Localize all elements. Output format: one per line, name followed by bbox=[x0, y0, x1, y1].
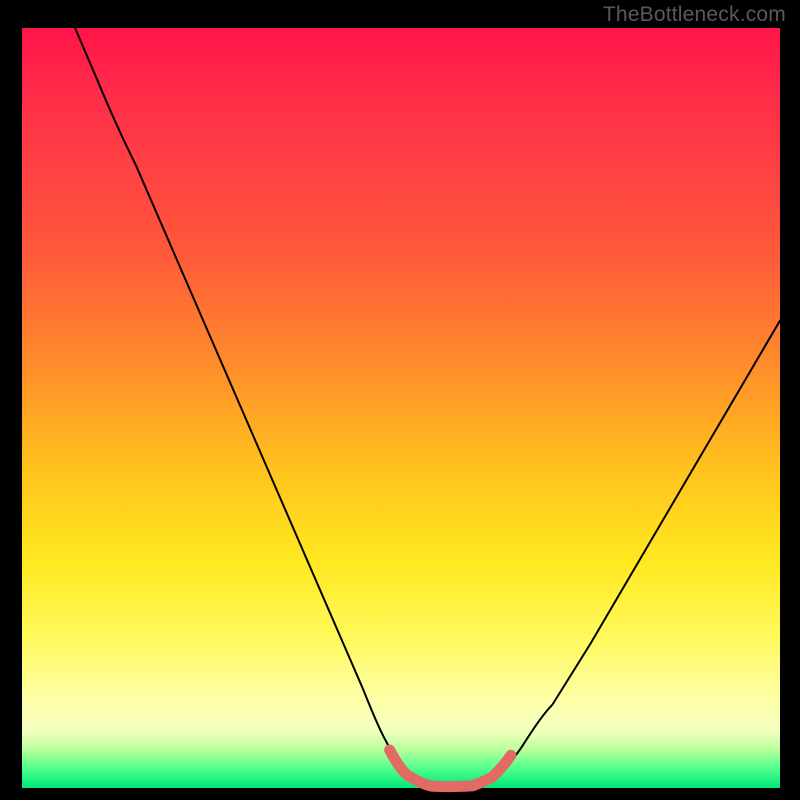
chart-frame: TheBottleneck.com bbox=[0, 0, 800, 800]
watermark-text: TheBottleneck.com bbox=[603, 3, 786, 27]
plot-area bbox=[22, 28, 780, 788]
highlight-band bbox=[390, 750, 511, 787]
bottleneck-curve bbox=[75, 28, 780, 787]
chart-svg bbox=[22, 28, 780, 788]
